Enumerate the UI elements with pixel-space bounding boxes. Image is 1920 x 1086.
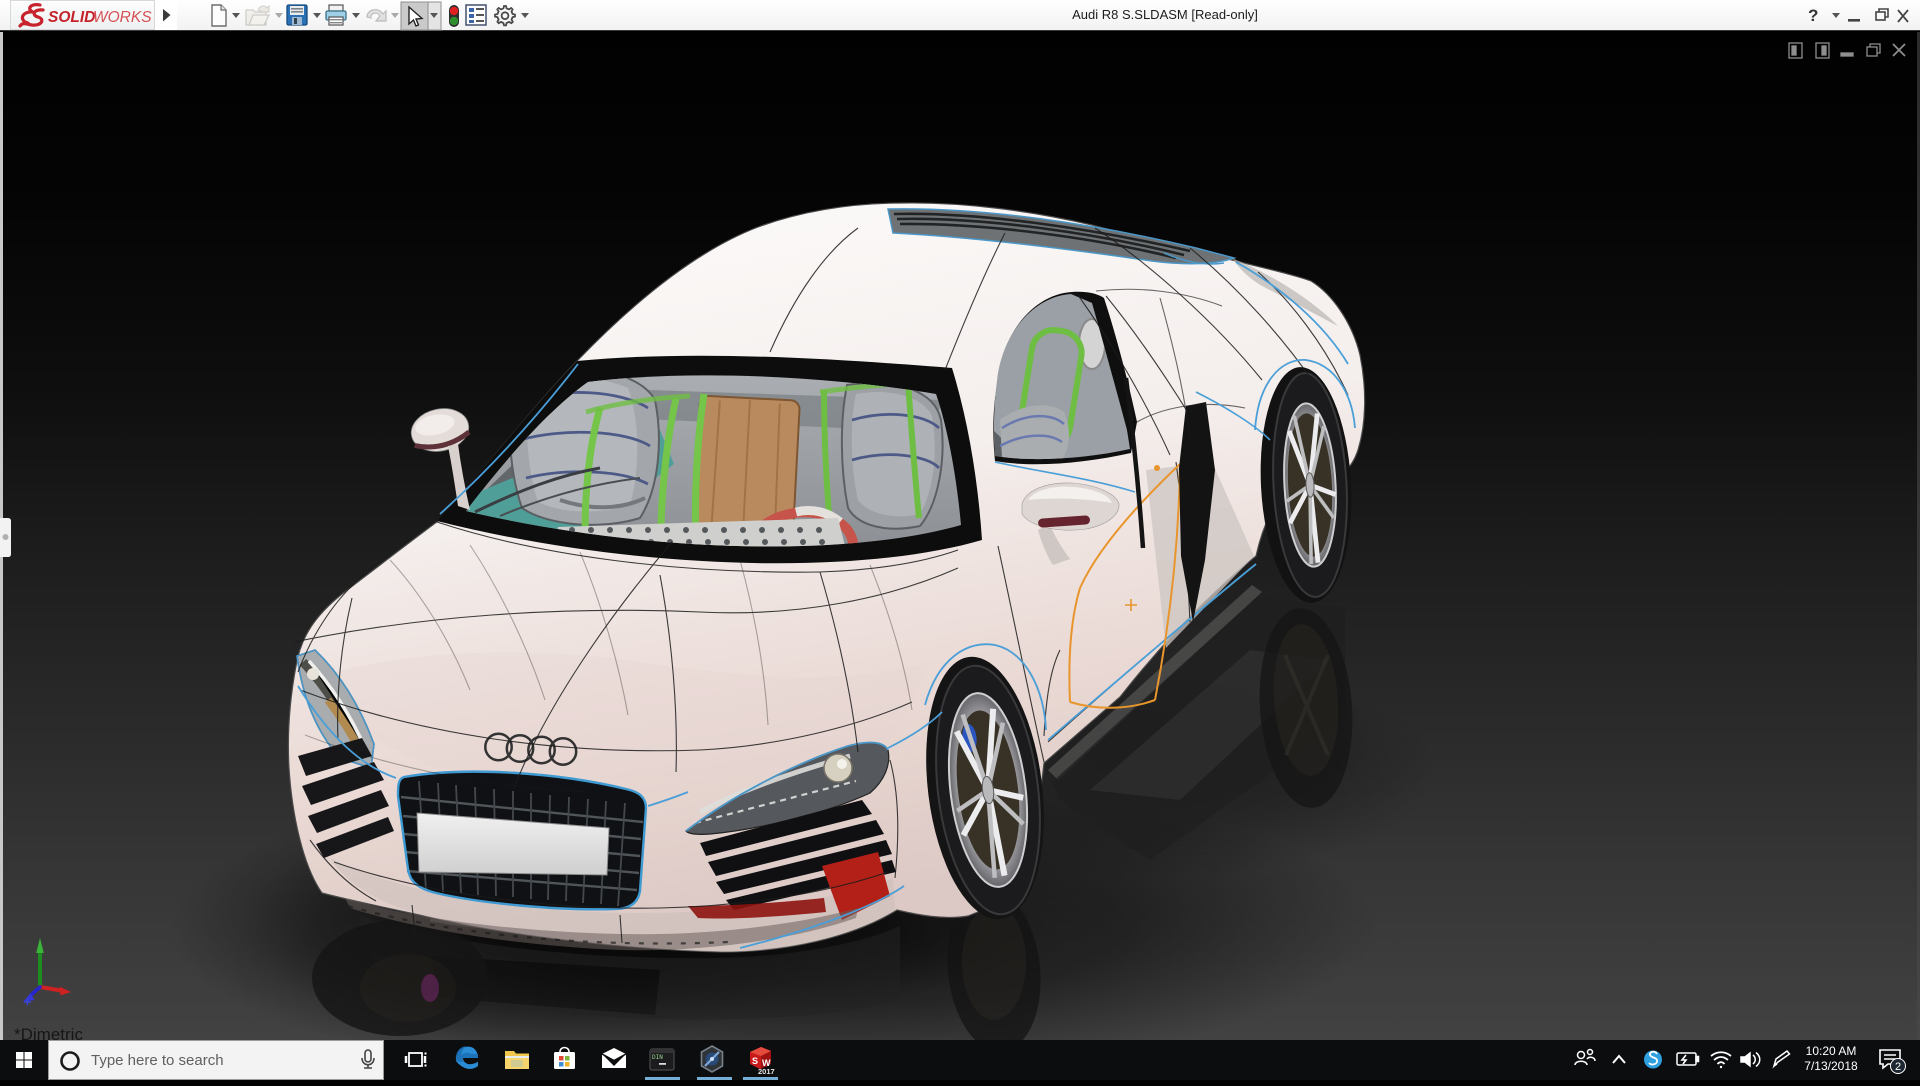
svg-text:DIN: DIN xyxy=(652,1054,663,1061)
svg-text:WORKS: WORKS xyxy=(93,9,152,26)
svg-text:2017: 2017 xyxy=(758,1067,775,1076)
svg-text:*Dimetric: *Dimetric xyxy=(14,1025,83,1040)
svg-text:?: ? xyxy=(1808,6,1818,25)
svg-text:2: 2 xyxy=(1895,1061,1901,1073)
svg-text:S: S xyxy=(752,1056,758,1066)
svg-text:SOLID: SOLID xyxy=(48,9,95,26)
